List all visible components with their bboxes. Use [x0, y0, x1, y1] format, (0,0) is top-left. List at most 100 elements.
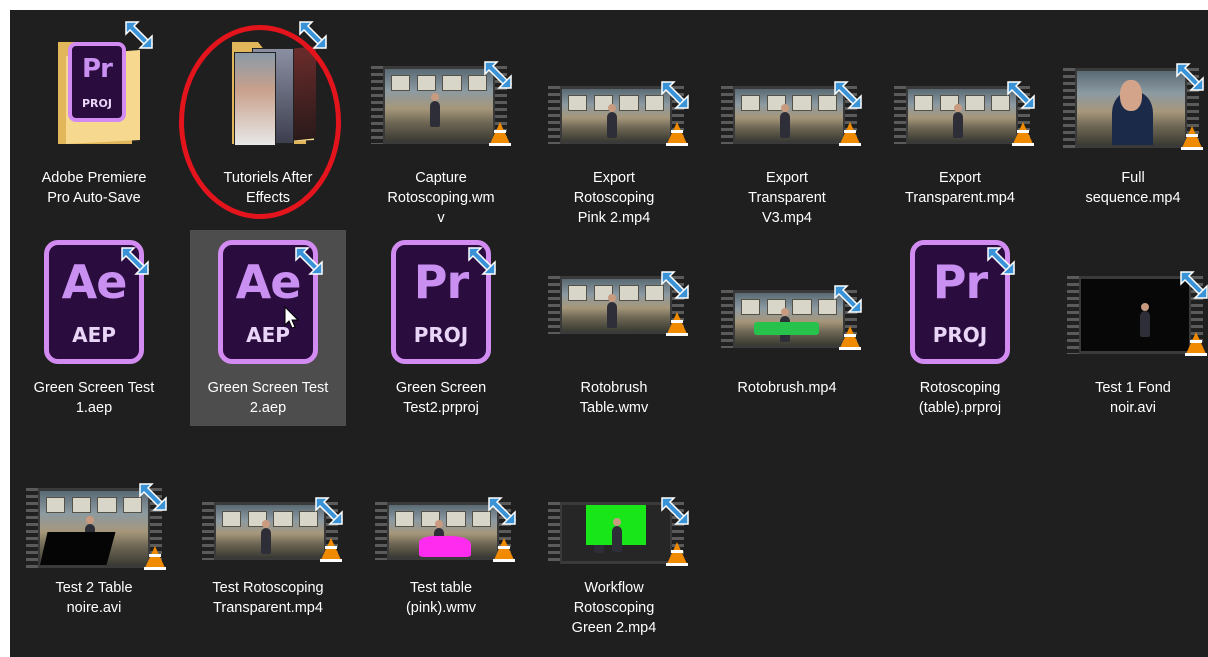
window-shape	[568, 285, 588, 301]
video-frame	[735, 293, 843, 345]
file-name-label: Green Screen Test2.prproj	[395, 380, 487, 416]
video-frame	[216, 505, 324, 557]
vlc-cone-icon	[489, 122, 511, 146]
window-shape	[741, 95, 761, 111]
shortcut-arrow-icon	[987, 247, 1016, 276]
file-item[interactable]: Pr PROJ Adobe Premiere Pro Auto-Save	[16, 18, 172, 214]
doc-icon-extension: PROJ	[413, 323, 469, 347]
file-item[interactable]: Workflow Rotoscoping Green 2.mp4	[536, 478, 692, 657]
window-shape	[222, 511, 242, 527]
file-item[interactable]: Pr PROJ Green Screen Test2.prproj	[363, 230, 519, 426]
film-perforation	[371, 66, 383, 144]
file-name-label: Workflow Rotoscoping Green 2.mp4	[571, 580, 657, 636]
doc-icon-extension: PROJ	[932, 323, 988, 347]
shortcut-arrow-icon	[834, 81, 863, 110]
video-frame	[385, 69, 493, 141]
file-name-label: Test 2 Table noire.avi	[55, 580, 133, 616]
file-item[interactable]: Rotobrush.mp4	[709, 230, 865, 426]
file-name-label: Green Screen Test 1.aep	[33, 380, 155, 416]
person-figure	[607, 104, 618, 139]
file-item[interactable]: Export Transparent V3.mp4	[709, 18, 865, 226]
file-item[interactable]: Ae AEP Green Screen Test 1.aep	[16, 230, 172, 426]
file-name-label: Test table (pink).wmv	[405, 580, 477, 616]
film-perforation	[894, 86, 906, 144]
film-perforation	[721, 86, 733, 144]
film-perforation	[1067, 276, 1079, 354]
window-shape	[46, 497, 66, 513]
file-name-label: Rotobrush Table.wmv	[579, 380, 649, 416]
window-shape	[446, 511, 466, 527]
window-shape	[792, 299, 812, 315]
file-item[interactable]: Test 2 Table noire.avi	[16, 478, 172, 657]
file-item[interactable]: Rotobrush Table.wmv	[536, 230, 692, 426]
file-item[interactable]: Test table (pink).wmv	[363, 478, 519, 657]
file-item[interactable]: Capture Rotoscoping.wm v	[363, 18, 519, 226]
shortcut-arrow-icon	[661, 271, 690, 300]
window-shape	[792, 95, 812, 111]
shortcut-arrow-icon	[1180, 271, 1208, 300]
film-perforation	[721, 290, 733, 348]
person-figure	[430, 93, 441, 128]
vlc-cone-icon	[839, 122, 861, 146]
film-perforation	[26, 488, 38, 568]
shortcut-arrow-icon	[125, 21, 154, 50]
shortcut-arrow-icon	[661, 81, 690, 110]
person-figure	[607, 294, 618, 329]
vlc-cone-icon	[1181, 126, 1203, 150]
file-item[interactable]: Pr PROJ Rotoscoping (table).prproj	[882, 230, 1038, 426]
film-perforation	[1063, 68, 1075, 148]
person-figure	[611, 518, 622, 553]
presenter-head	[1120, 79, 1142, 111]
vlc-cone-icon	[666, 542, 688, 566]
vlc-cone-icon	[1185, 332, 1207, 356]
file-item[interactable]: Test Rotoscoping Transparent.mp4	[190, 478, 346, 657]
window-shape	[97, 497, 117, 513]
file-item[interactable]: Test 1 Fond noir.avi	[1055, 230, 1208, 426]
vlc-cone-icon	[144, 546, 166, 570]
shortcut-arrow-icon	[1007, 81, 1036, 110]
file-name-label: Test 1 Fond noir.avi	[1095, 380, 1171, 416]
mouse-cursor-icon	[284, 306, 300, 329]
file-item[interactable]: Ae AEP Green Screen Test 2.aep	[190, 230, 346, 426]
vlc-cone-icon	[666, 312, 688, 336]
video-frame	[735, 89, 843, 141]
shortcut-arrow-icon	[139, 483, 168, 512]
shortcut-arrow-icon	[661, 497, 690, 526]
shortcut-arrow-icon	[295, 247, 324, 276]
person-figure	[1140, 303, 1151, 338]
doc-icon-extension: AEP	[72, 323, 116, 347]
file-name-label: Green Screen Test 2.aep	[207, 380, 329, 416]
vlc-cone-icon	[1012, 122, 1034, 146]
window-shape	[568, 95, 588, 111]
window-shape	[395, 511, 415, 527]
video-frame	[562, 89, 670, 141]
file-item[interactable]: Export Transparent.mp4	[882, 18, 1038, 214]
file-item[interactable]: Full sequence.mp4	[1055, 18, 1208, 214]
shortcut-arrow-icon	[121, 247, 150, 276]
shortcut-arrow-icon	[488, 497, 517, 526]
table-shape	[419, 536, 472, 557]
window-shape	[914, 95, 934, 111]
shortcut-arrow-icon	[834, 285, 863, 314]
annotation-circle	[179, 25, 341, 219]
file-name-label: Rotobrush.mp4	[737, 380, 837, 396]
shortcut-arrow-icon	[468, 247, 497, 276]
window-shape	[741, 299, 761, 315]
shortcut-arrow-icon	[315, 497, 344, 526]
window-shape	[71, 497, 91, 513]
table-shape	[40, 531, 116, 565]
film-perforation	[375, 502, 387, 560]
film-perforation	[548, 86, 560, 144]
badge-text: Pr	[82, 54, 113, 84]
file-item[interactable]: Export Rotoscoping Pink 2.mp4	[536, 18, 692, 226]
table-shape	[754, 321, 820, 336]
window-shape	[965, 95, 985, 111]
file-name-label: Rotoscoping (table).prproj	[918, 380, 1002, 416]
file-name-label: Capture Rotoscoping.wm v	[387, 170, 495, 226]
window-shape	[273, 511, 293, 527]
video-frame	[562, 505, 670, 561]
window-shape	[619, 95, 639, 111]
window-shape	[416, 75, 436, 91]
video-frame	[389, 505, 497, 557]
film-perforation	[202, 502, 214, 560]
